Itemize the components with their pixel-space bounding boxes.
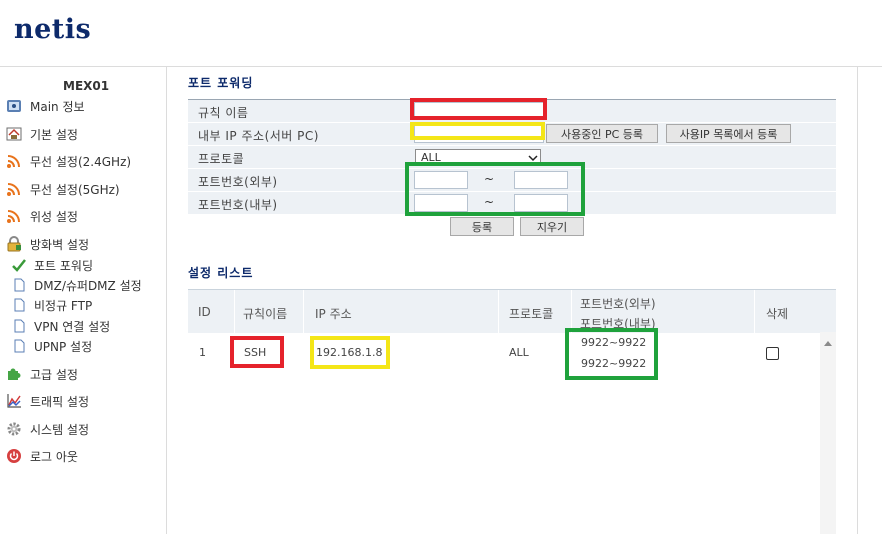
chevron-down-icon (528, 152, 538, 162)
internal-port-start-input[interactable] (414, 194, 468, 212)
sidebar-item-traffic[interactable]: 트래픽 설정 (6, 392, 89, 410)
sidebar-subitem-port-forwarding[interactable]: 포트 포워딩 (12, 257, 93, 273)
row-rule-name: SSH (244, 346, 267, 359)
row-port-external: 9922~9922 (581, 336, 647, 349)
protocol-label: 프로토콜 (198, 152, 245, 166)
external-port-tilde: ~ (484, 172, 495, 186)
sidebar-subitem-ftp[interactable]: 비정규 FTP (12, 297, 92, 313)
sidebar-item-wireless-5[interactable]: 무선 설정(5GHz) (6, 180, 120, 198)
internal-port-label: 포트번호(내부) (198, 198, 278, 212)
sidebar-item-label: 로그 아웃 (30, 449, 78, 464)
puzzle-icon (6, 366, 22, 382)
sidebar-item-system[interactable]: 시스템 설정 (6, 420, 89, 438)
sidebar-item-advanced[interactable]: 고급 설정 (6, 365, 78, 383)
table-header: ID 규칙이름 IP 주소 프로토콜 포트번호(외부) 포트번호(내부) 삭제 (188, 289, 836, 333)
lock-icon (6, 236, 22, 252)
external-port-end-input[interactable] (514, 171, 568, 189)
col-port-external: 포트번호(외부) (580, 297, 656, 311)
sidebar-item-label: 시스템 설정 (30, 422, 90, 437)
sidebar-subitem-label: 비정규 FTP (34, 298, 93, 313)
sidebar-subitem-dmz[interactable]: DMZ/슈퍼DMZ 설정 (12, 277, 142, 293)
sidebar-item-label: 고급 설정 (30, 367, 78, 382)
sidebar-item-label: 위성 설정 (30, 209, 78, 224)
row-ip: 192.168.1.8 (316, 346, 383, 359)
register-current-pc-button[interactable]: 사용중인 PC 등록 (546, 124, 658, 143)
sidebar-subitem-vpn[interactable]: VPN 연결 설정 (12, 318, 110, 334)
page-icon (12, 278, 26, 292)
sidebar-item-label: 무선 설정(5GHz) (30, 182, 120, 197)
sidebar-subitem-label: UPNP 설정 (34, 339, 93, 354)
protocol-select[interactable]: ALL (415, 149, 541, 166)
internal-ip-label: 내부 IP 주소(서버 PC) (198, 129, 319, 143)
row-id: 1 (199, 346, 206, 359)
wireless-icon (6, 153, 22, 169)
col-id: ID (198, 305, 211, 319)
netis-logo: netis (14, 14, 92, 45)
register-button[interactable]: 등록 (450, 217, 514, 236)
internal-ip-input[interactable] (414, 125, 544, 143)
rule-name-label: 규칙 이름 (198, 106, 249, 120)
internal-port-tilde: ~ (484, 195, 495, 209)
model-name: MEX01 (63, 79, 110, 93)
check-icon (12, 258, 26, 272)
sidebar-item-firewall[interactable]: 방화벽 설정 (6, 235, 89, 253)
power-icon (6, 448, 22, 464)
rule-name-input[interactable] (414, 102, 544, 120)
sidebar-item-label: 무선 설정(2.4GHz) (30, 154, 132, 169)
info-icon (6, 98, 22, 114)
protocol-select-value: ALL (421, 151, 441, 164)
home-icon (6, 126, 22, 142)
col-ip: IP 주소 (315, 307, 352, 321)
internal-port-end-input[interactable] (514, 194, 568, 212)
internal-port-row: 포트번호(내부) (188, 192, 836, 215)
sidebar-item-label: Main 정보 (30, 99, 85, 114)
sidebar-subitem-label: 포트 포워딩 (34, 258, 94, 273)
header: netis (0, 0, 882, 67)
main-content: 포트 포워딩 규칙 이름 내부 IP 주소(서버 PC) 프로토콜 포트번호(외… (166, 67, 856, 534)
row-port-internal: 9922~9922 (581, 357, 647, 370)
port-forwarding-title: 포트 포워딩 (188, 76, 254, 90)
table-scrollbar[interactable] (820, 332, 836, 534)
sidebar: MEX01 Main 정보 기본 설정 무선 설정(2.4GHz) 무선 설정(… (0, 67, 167, 534)
page-icon (12, 298, 26, 312)
page-icon (12, 319, 26, 333)
scroll-up-icon[interactable] (823, 336, 833, 346)
right-margin (857, 67, 882, 534)
sidebar-item-wireless-24[interactable]: 무선 설정(2.4GHz) (6, 152, 131, 170)
col-delete: 삭제 (766, 307, 789, 321)
gear-icon (6, 421, 22, 437)
setting-list-title: 설정 리스트 (188, 266, 254, 280)
sidebar-item-logout[interactable]: 로그 아웃 (6, 447, 78, 465)
row-protocol: ALL (509, 346, 529, 359)
wireless-icon (6, 208, 22, 224)
wireless-icon (6, 181, 22, 197)
external-port-row: 포트번호(외부) (188, 169, 836, 192)
page-icon (12, 339, 26, 353)
clear-button[interactable]: 지우기 (520, 217, 584, 236)
sidebar-subitem-upnp[interactable]: UPNP 설정 (12, 338, 92, 354)
chart-icon (6, 393, 22, 409)
col-protocol: 프로토콜 (509, 307, 554, 321)
col-port-internal: 포트번호(내부) (580, 317, 656, 331)
sidebar-item-label: 트래픽 설정 (30, 394, 90, 409)
sidebar-subitem-label: DMZ/슈퍼DMZ 설정 (34, 278, 142, 293)
row-delete-checkbox[interactable] (766, 347, 779, 360)
external-port-label: 포트번호(외부) (198, 175, 278, 189)
col-rule-name: 규칙이름 (243, 307, 288, 321)
sidebar-item-label: 방화벽 설정 (30, 237, 90, 252)
sidebar-item-basic-settings[interactable]: 기본 설정 (6, 125, 78, 143)
sidebar-item-label: 기본 설정 (30, 127, 78, 142)
register-from-ip-list-button[interactable]: 사용IP 목록에서 등록 (666, 124, 791, 143)
sidebar-item-satellite[interactable]: 위성 설정 (6, 207, 78, 225)
sidebar-subitem-label: VPN 연결 설정 (34, 319, 111, 334)
external-port-start-input[interactable] (414, 171, 468, 189)
sidebar-item-main-info[interactable]: Main 정보 (6, 97, 85, 115)
